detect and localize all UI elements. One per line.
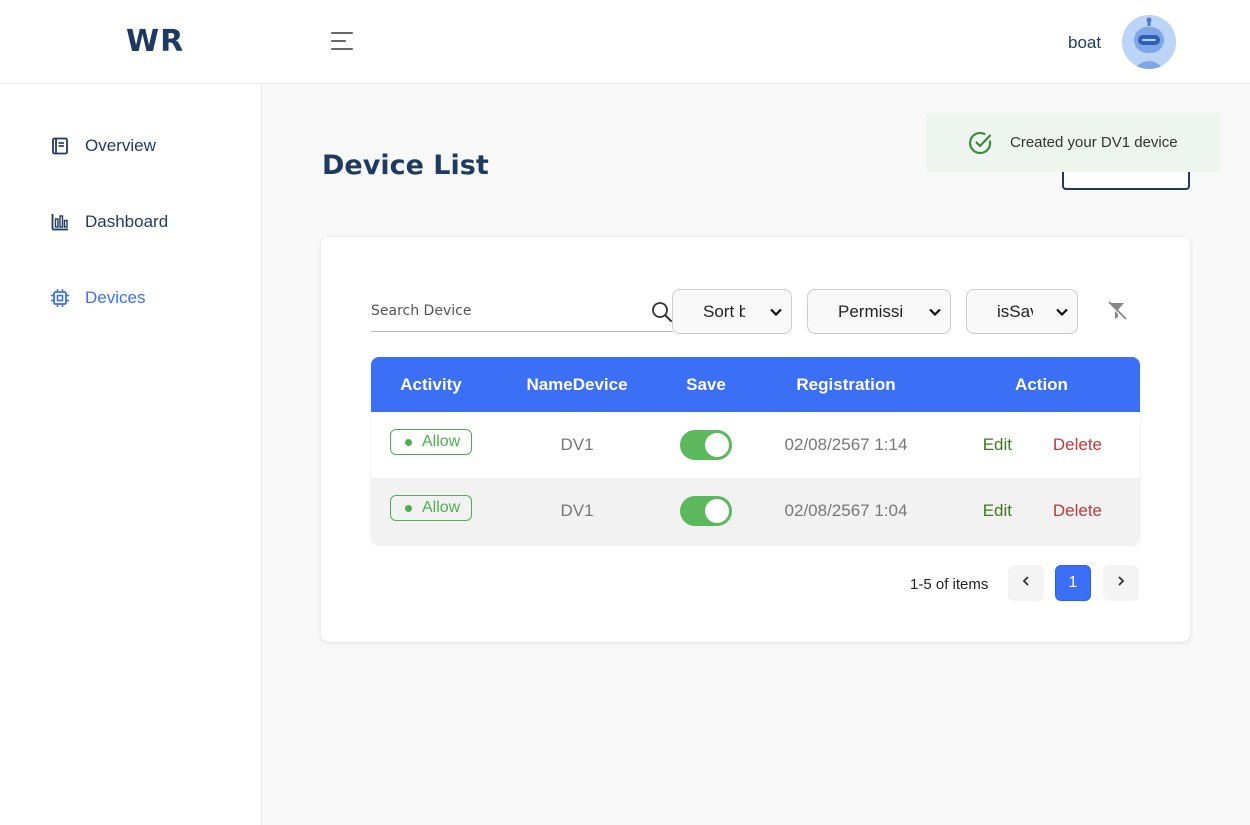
search-icon[interactable]: [651, 301, 673, 328]
check-circle-icon: [968, 130, 994, 156]
chevron-down-icon: [1055, 304, 1069, 324]
sidebar-item-dashboard[interactable]: Dashboard: [50, 212, 168, 232]
sidebar-item-label: Dashboard: [85, 212, 169, 231]
toggle-knob: [705, 499, 729, 523]
devices-icon: [50, 288, 70, 308]
table-row: Allow DV1 02/08/2567 1:04 Edit Delete: [371, 478, 1140, 544]
chevron-down-icon: [928, 304, 942, 324]
column-header-save: Save: [686, 374, 726, 394]
toast-message: Created your DV1 device: [1010, 134, 1178, 151]
delete-link[interactable]: Delete: [1012, 501, 1102, 521]
clear-filter-icon[interactable]: [1105, 299, 1129, 328]
sidebar-item-devices[interactable]: Devices: [50, 288, 145, 308]
edit-link[interactable]: Edit: [943, 501, 1012, 521]
table-header: Activity NameDevice Save Registration Ac…: [371, 357, 1140, 412]
save-toggle[interactable]: [680, 496, 732, 526]
top-bar: WR boat: [0, 0, 1250, 84]
action-cell: Edit Delete: [943, 435, 1140, 455]
prev-page-button[interactable]: [1008, 565, 1044, 601]
search-box: [371, 293, 673, 332]
registration-date: 02/08/2567 1:14: [784, 435, 908, 454]
status-dot-icon: [405, 504, 412, 512]
app-logo[interactable]: WR: [126, 24, 184, 59]
device-list-card: Sort by Permission isSave Activity NameD…: [321, 237, 1190, 642]
menu-toggle-icon[interactable]: [328, 28, 356, 56]
delete-link[interactable]: Delete: [1012, 435, 1102, 455]
status-dot-icon: [405, 438, 412, 446]
user-name: boat: [1068, 33, 1102, 52]
sidebar-item-overview[interactable]: Overview: [50, 136, 156, 156]
status-badge: Allow: [390, 495, 472, 521]
overview-icon: [50, 136, 70, 156]
dashboard-icon: [50, 212, 70, 232]
toast-notification: Created your DV1 device: [926, 113, 1220, 172]
robot-avatar-icon[interactable]: [1122, 15, 1176, 69]
column-header-name: NameDevice: [526, 374, 628, 394]
sidebar-item-label: Devices: [85, 288, 146, 307]
issave-select-value: isSave: [997, 301, 1033, 321]
action-cell: Edit Delete: [943, 501, 1140, 521]
issave-select[interactable]: isSave: [966, 289, 1078, 334]
save-cell: [663, 496, 749, 526]
column-header-action: Action: [1015, 374, 1068, 394]
toggle-knob: [705, 433, 729, 457]
save-cell: [663, 430, 749, 460]
sidebar-item-label: Overview: [85, 136, 156, 155]
sidebar: Overview Dashboard Devices: [0, 84, 262, 825]
status-label: Allow: [422, 433, 461, 450]
activity-cell: Allow: [371, 478, 491, 544]
sort-select-value: Sort by: [703, 301, 745, 321]
pagination-summary: 1-5 of items: [910, 576, 989, 593]
chevron-down-icon: [769, 304, 783, 324]
device-name: DV1: [560, 501, 594, 520]
page-title: Device List: [322, 150, 489, 181]
column-header-activity: Activity: [400, 374, 462, 394]
device-table: Activity NameDevice Save Registration Ac…: [371, 357, 1140, 544]
activity-cell: Allow: [371, 412, 491, 478]
registration-date: 02/08/2567 1:04: [784, 501, 908, 520]
save-toggle[interactable]: [680, 430, 732, 460]
status-label: Allow: [422, 499, 461, 516]
permission-select[interactable]: Permission: [807, 289, 951, 334]
device-name: DV1: [560, 435, 594, 454]
chevron-right-icon: [1115, 574, 1127, 592]
sort-select[interactable]: Sort by: [672, 289, 792, 334]
permission-select-value: Permission: [838, 301, 904, 321]
next-page-button[interactable]: [1103, 565, 1139, 601]
chevron-left-icon: [1020, 574, 1032, 592]
table-row: Allow DV1 02/08/2567 1:14 Edit Delete: [371, 412, 1140, 478]
status-badge: Allow: [390, 429, 472, 455]
edit-link[interactable]: Edit: [943, 435, 1012, 455]
search-input[interactable]: [371, 293, 641, 329]
page-button-current[interactable]: 1: [1055, 565, 1091, 601]
column-header-registration: Registration: [796, 374, 896, 394]
